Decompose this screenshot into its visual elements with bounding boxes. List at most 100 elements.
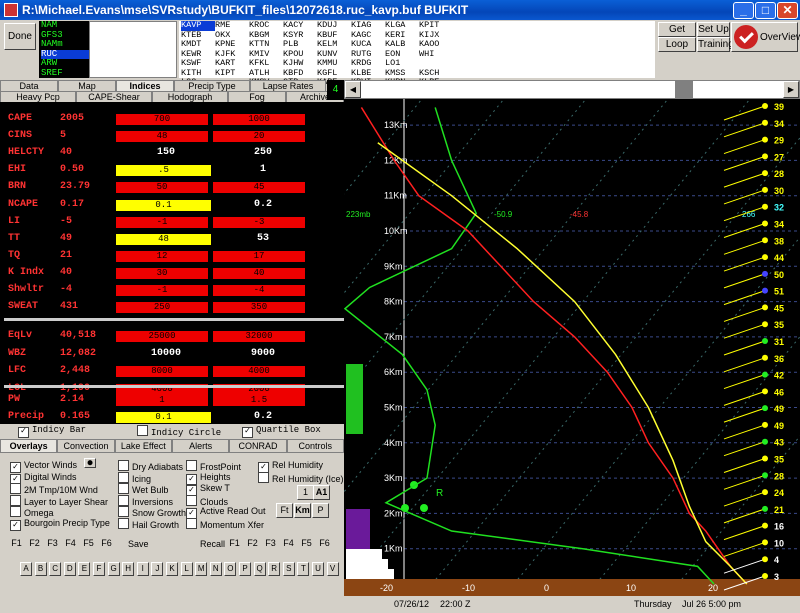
loop-button[interactable]: Loop [658, 37, 696, 52]
station-item[interactable]: WHI [419, 49, 453, 60]
overlay-dry-adiabats[interactable]: Dry Adiabats [118, 460, 183, 472]
letter-button-m[interactable]: M [195, 562, 208, 576]
tab-alerts[interactable]: Alerts [171, 439, 230, 453]
overlay-2m-tmp-10m-wnd[interactable]: 2M Tmp/10M Wnd [10, 483, 98, 495]
fkey-f1[interactable]: F1 [8, 537, 25, 552]
arrow-button[interactable]: ⬤ [84, 458, 96, 468]
letter-button-i[interactable]: I [136, 562, 149, 576]
tab-controls[interactable]: Controls [286, 439, 344, 453]
scroll-left-icon[interactable]: ◀ [345, 81, 361, 98]
button-a1[interactable]: A1 [313, 485, 330, 500]
time-scrollbar[interactable]: ◀ ▶ [344, 80, 800, 99]
index-row: CINS 5 48 20 [8, 130, 338, 143]
letter-button-p[interactable]: P [239, 562, 251, 576]
letter-button-b[interactable]: B [34, 562, 47, 576]
recall-f6[interactable]: F6 [316, 537, 333, 552]
tab-hodograph[interactable]: Hodograph [152, 91, 228, 102]
indicy-bar-check[interactable]: Indicy Bar [18, 425, 86, 438]
letter-button-n[interactable]: N [209, 562, 222, 576]
recall-label[interactable]: Recall [200, 539, 225, 549]
tab-lake-effect[interactable]: Lake Effect [114, 439, 172, 453]
overlay-layer-to-layer-shear[interactable]: Layer to Layer Shear [10, 495, 108, 507]
set-up-button[interactable]: Set Up [697, 22, 730, 37]
letter-button-u[interactable]: U [312, 562, 324, 576]
tab-map[interactable]: Map [58, 80, 116, 91]
indicy-circle-check[interactable]: Indicy Circle [137, 425, 221, 438]
tab-lapse-rates[interactable]: Lapse Rates [250, 80, 326, 91]
letter-button-o[interactable]: O [224, 562, 237, 576]
close-button[interactable]: ✕ [777, 2, 798, 19]
overlay-bourgoin-precip-type[interactable]: Bourgoin Precip Type [10, 518, 110, 531]
maximize-button[interactable]: □ [755, 2, 776, 19]
button-p[interactable]: P [312, 503, 329, 518]
fkey-f3[interactable]: F3 [44, 537, 61, 552]
recall-f4[interactable]: F4 [280, 537, 297, 552]
letter-button-s[interactable]: S [282, 562, 295, 576]
tab-data[interactable]: Data [0, 80, 58, 91]
recall-f2[interactable]: F2 [244, 537, 261, 552]
overlay-icing[interactable]: Icing [118, 472, 151, 484]
station-item[interactable]: KIPT [215, 68, 249, 79]
scroll-right-icon[interactable]: ▶ [783, 81, 799, 98]
overlay-frostpoint[interactable]: FrostPoint [186, 460, 241, 472]
training-button[interactable]: Training [697, 37, 734, 52]
done-button[interactable]: Done [4, 23, 36, 50]
scroll-thumb[interactable] [675, 81, 693, 98]
button-km[interactable]: Km [294, 503, 311, 518]
save-label[interactable]: Save [128, 539, 149, 549]
tab-heavy-pcp[interactable]: Heavy Pcp [0, 91, 76, 102]
letter-button-d[interactable]: D [63, 562, 76, 576]
letter-button-a[interactable]: A [20, 562, 32, 576]
snow-bar [346, 559, 388, 569]
index-bar-label: 0.1 [155, 199, 172, 210]
button-ft[interactable]: Ft [276, 503, 293, 518]
tab-convection[interactable]: Convection [57, 439, 115, 453]
letter-button-r[interactable]: R [268, 562, 281, 576]
recall-f5[interactable]: F5 [298, 537, 315, 552]
letter-button-q[interactable]: Q [253, 562, 266, 576]
tab-indices[interactable]: Indices [116, 80, 174, 91]
index-bar: 1.5 [213, 395, 305, 406]
overlay-omega[interactable]: Omega [10, 506, 54, 518]
fkey-f6[interactable]: F6 [98, 537, 115, 552]
letter-button-g[interactable]: G [107, 562, 120, 576]
fkey-f5[interactable]: F5 [80, 537, 97, 552]
tab-conrad[interactable]: CONRAD [229, 439, 287, 453]
button-1[interactable]: 1 [297, 485, 314, 500]
letter-button-f[interactable]: F [93, 562, 105, 576]
minimize-button[interactable]: _ [733, 2, 754, 19]
overlay-hail-growth[interactable]: Hail Growth [118, 518, 179, 530]
overlay-clouds[interactable]: Clouds [186, 495, 228, 507]
letter-button-e[interactable]: E [78, 562, 91, 576]
model-list[interactable]: NAM GFS3 NAMm RUC ARW SREF [39, 20, 89, 79]
station-grid[interactable]: KAVP RME KROC KACY KDUJ KIAG KLGA KPIT KTEB OKX KB… [179, 20, 655, 96]
letter-button-k[interactable]: K [166, 562, 178, 576]
overlay-snow-growth[interactable]: Snow Growth [118, 506, 186, 518]
tab-fog[interactable]: Fog [228, 91, 286, 102]
letter-button-c[interactable]: C [49, 562, 62, 576]
tab-overlays[interactable]: Overlays [0, 439, 58, 453]
overlay-rel-humidity-ice-[interactable]: Rel Humidity (Ice) [258, 472, 344, 484]
get-data-button[interactable]: Get Data [658, 22, 696, 48]
recall-f3[interactable]: F3 [262, 537, 279, 552]
index-row: PW 2.14 1 1.5 [8, 394, 338, 407]
letter-button-t[interactable]: T [297, 562, 310, 576]
recall-f1[interactable]: F1 [226, 537, 243, 552]
skewt-sounding-plot[interactable]: 1Km2Km3Km4Km5Km6Km7Km8Km9Km10Km11Km12Km1… [344, 99, 800, 596]
overlay-momentum-xfer[interactable]: Momentum Xfer [186, 518, 264, 530]
wind-dot [762, 203, 768, 210]
overview-button[interactable]: OverView [731, 22, 800, 52]
letter-button-v[interactable]: V [326, 562, 339, 576]
letter-button-l[interactable]: L [180, 562, 193, 576]
fkey-f2[interactable]: F2 [26, 537, 43, 552]
tab-precip-type[interactable]: Precip Type [174, 80, 250, 91]
letter-button-h[interactable]: H [122, 562, 135, 576]
fkey-f4[interactable]: F4 [62, 537, 79, 552]
quartile-box-check[interactable]: Quartile Box [242, 425, 321, 438]
letter-button-j[interactable]: J [151, 562, 164, 576]
model-item[interactable]: SREF [41, 68, 89, 79]
tab-cape-shear[interactable]: CAPE-Shear [76, 91, 152, 102]
overlay-inversions[interactable]: Inversions [118, 495, 173, 507]
index-bar-label: 25000 [148, 331, 176, 341]
overlay-wet-bulb[interactable]: Wet Bulb [118, 483, 168, 495]
